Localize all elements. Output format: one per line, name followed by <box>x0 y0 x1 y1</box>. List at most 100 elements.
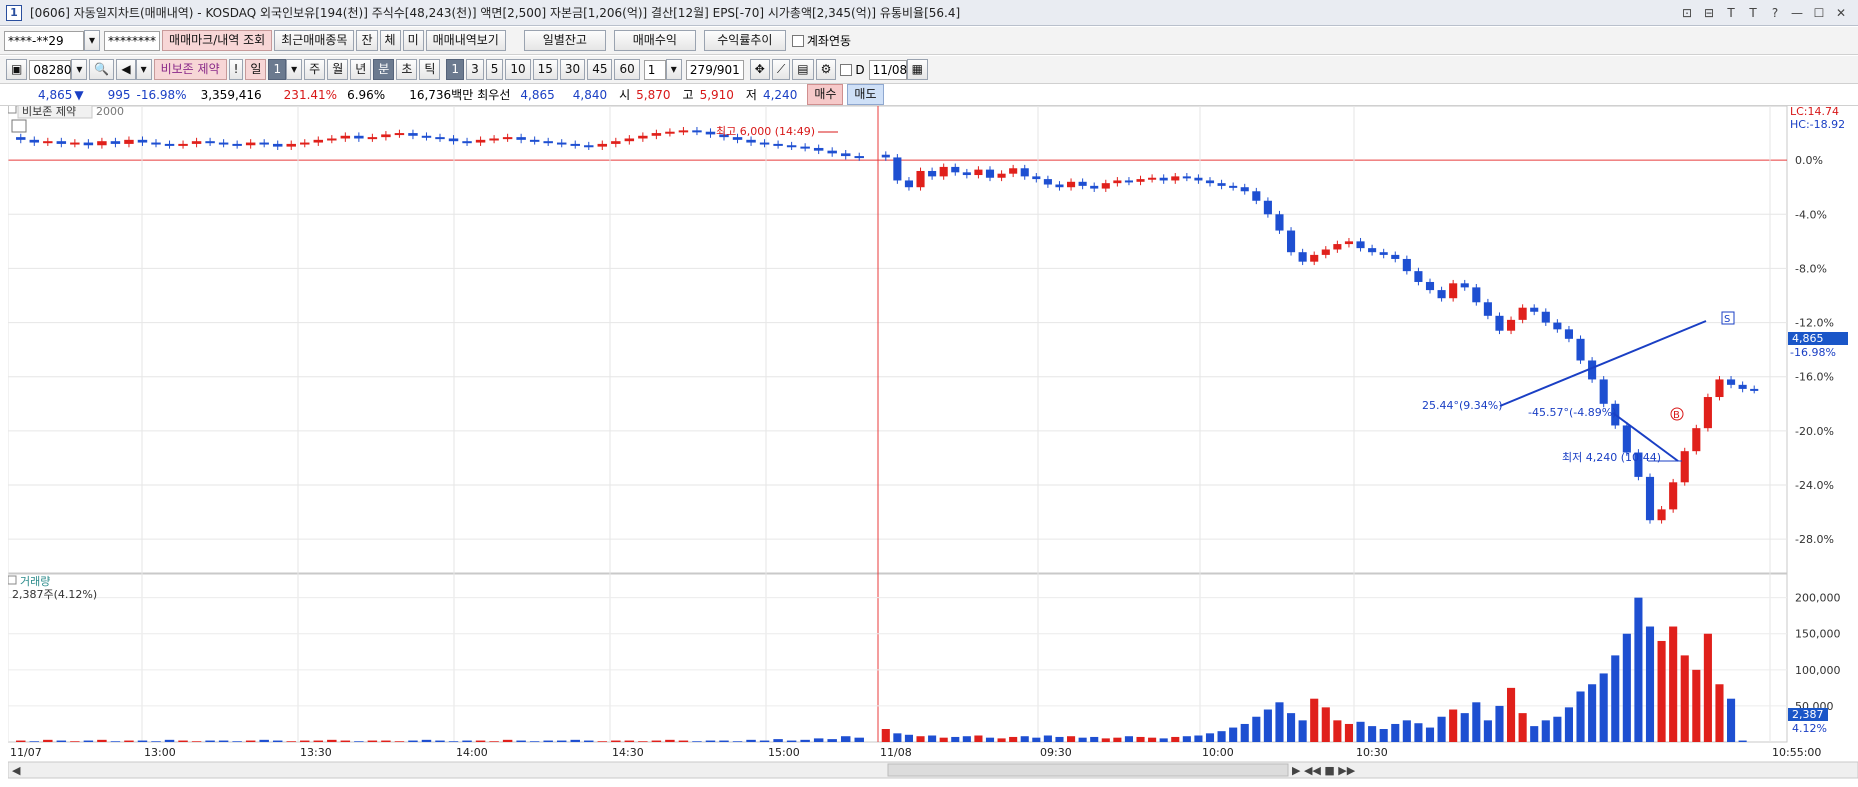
speaker-icon[interactable]: ◀ <box>116 59 136 80</box>
interval-60-button[interactable]: 60 <box>614 59 640 80</box>
trade-history-button[interactable]: 매매내역보기 <box>425 30 506 51</box>
volume-bar <box>1240 723 1249 742</box>
balance-button[interactable]: 잔 <box>356 30 378 51</box>
candle <box>272 143 283 147</box>
down-arrow-icon: ▼ <box>74 87 84 102</box>
recent-items-button[interactable]: 최근매매종목 <box>274 30 355 51</box>
volume-bar <box>951 736 960 742</box>
period-year-button[interactable]: 년 <box>350 59 372 80</box>
buy-button[interactable]: 매수 <box>807 84 844 105</box>
date-input[interactable]: 11/08 <box>868 59 907 80</box>
volume-bar <box>124 740 134 742</box>
calendar-icon[interactable]: ▦ <box>906 59 928 80</box>
chart-svg[interactable]: 0.0% -4.0% -8.0% -12.0% -16.0% -20.0% -24.0% -2… <box>7 103 1858 784</box>
candle <box>421 135 432 138</box>
volume-bar <box>340 740 351 742</box>
volume-bar <box>1599 673 1608 742</box>
date-checkbox[interactable]: D <box>840 63 865 77</box>
volume-bar <box>1379 729 1388 742</box>
volume-pane-menu-icon[interactable] <box>7 575 17 585</box>
y-tick-label: -20.0% <box>1795 425 1834 438</box>
period-week-button[interactable]: 주 <box>304 59 326 80</box>
trade-marks-query-button[interactable]: 매매마크/내역 조회 <box>162 30 273 51</box>
pane-menu-icon[interactable] <box>7 104 17 114</box>
return-trend-button[interactable]: 수익률추이 <box>703 30 786 51</box>
period-day-button[interactable]: 일 <box>245 59 267 80</box>
scrollbar-thumb[interactable] <box>887 763 1289 777</box>
volume-bar <box>570 739 580 742</box>
account-link-checkbox[interactable]: 계좌연동 <box>791 32 851 49</box>
settings-icon[interactable]: ⚙ <box>815 59 837 80</box>
stock-name-button[interactable]: 비보존 제약 <box>153 59 227 80</box>
restore-small-icon[interactable]: ⊡ <box>1678 4 1696 22</box>
volume-bar <box>1159 738 1168 742</box>
text-style-icon[interactable]: T <box>1744 4 1762 22</box>
period-second-button[interactable]: 초 <box>396 59 418 80</box>
volume-bar <box>435 740 445 742</box>
volume-bar <box>1576 691 1585 742</box>
help-icon[interactable]: ? <box>1766 4 1784 22</box>
period-tick-button[interactable]: 틱 <box>419 59 441 80</box>
candle <box>1263 200 1272 215</box>
interval-10-button[interactable]: 10 <box>505 59 531 80</box>
stock-code-input[interactable]: 082800 <box>29 59 79 80</box>
candle <box>939 166 948 177</box>
interval-45-button[interactable]: 45 <box>587 59 613 80</box>
daily-balance-button[interactable]: 일별잔고 <box>523 30 606 51</box>
tools-icon[interactable]: ✥ <box>749 59 770 80</box>
candle <box>1090 185 1099 189</box>
candle <box>1275 214 1284 231</box>
candle <box>692 130 702 133</box>
account-dropdown-icon[interactable]: ▾ <box>84 30 101 51</box>
day-count-dropdown-icon[interactable]: ▾ <box>286 59 303 80</box>
period-minute-button[interactable]: 분 <box>373 59 395 80</box>
table-icon[interactable] <box>11 119 27 133</box>
window-number-badge: 1 <box>6 4 22 21</box>
account-select[interactable]: ****-**29 <box>4 30 84 51</box>
candle <box>1715 379 1724 398</box>
sell-marker[interactable]: S <box>1721 311 1735 325</box>
warning-button[interactable]: ! <box>228 59 244 80</box>
interval-5-button[interactable]: 5 <box>485 59 504 80</box>
interval-input[interactable]: 1 <box>643 59 666 80</box>
scroll-left-icon[interactable]: ◀ <box>12 764 21 777</box>
day-count[interactable]: 1 <box>268 59 287 80</box>
candle <box>1148 177 1157 180</box>
minimize-icon[interactable]: — <box>1788 4 1806 22</box>
candle <box>151 142 161 145</box>
chart-area[interactable]: 0.0% -4.0% -8.0% -12.0% -16.0% -20.0% -24.0% -2… <box>7 103 1858 784</box>
unexecuted-button[interactable]: 미 <box>402 30 424 51</box>
font-size-icon[interactable]: T <box>1722 4 1740 22</box>
interval-3-button[interactable]: 3 <box>466 59 484 80</box>
candle <box>1703 397 1712 429</box>
candle <box>1136 179 1145 182</box>
volume-bar <box>381 740 391 742</box>
layout-icon[interactable]: ▣ <box>6 59 28 80</box>
interval-dropdown-icon[interactable]: ▾ <box>665 59 682 80</box>
interval-1-button[interactable]: 1 <box>446 59 465 80</box>
chart-title: 비보존 제약 <box>22 106 76 118</box>
interval-15-button[interactable]: 15 <box>532 59 558 80</box>
price-change-pct: -16.98% <box>136 87 187 102</box>
scroll-right-icon[interactable]: ▶ ◀◀ ■ ▶▶ <box>1292 764 1356 777</box>
candle <box>1055 184 1064 188</box>
candle <box>1020 168 1029 177</box>
interval-30-button[interactable]: 30 <box>559 59 586 80</box>
search-icon[interactable]: 🔍 <box>89 59 115 80</box>
trade-profit-button[interactable]: 매매수익 <box>613 30 696 51</box>
period-month-button[interactable]: 월 <box>327 59 349 80</box>
sell-button[interactable]: 매도 <box>847 84 884 105</box>
volume-bar <box>475 740 486 742</box>
close-icon[interactable]: ✕ <box>1832 4 1850 22</box>
page-count[interactable]: 279/901 <box>685 59 744 80</box>
candle <box>974 169 983 176</box>
executed-button[interactable]: 체 <box>379 30 401 51</box>
y-tick-label: -16.0% <box>1795 371 1834 384</box>
tile-icon[interactable]: ⊟ <box>1700 4 1718 22</box>
speaker-dropdown-icon[interactable]: ▾ <box>135 59 152 80</box>
save-icon[interactable]: ▤ <box>792 59 814 80</box>
password-field[interactable]: ******** <box>104 30 161 51</box>
maximize-icon[interactable]: ☐ <box>1810 4 1828 22</box>
code-dropdown-icon[interactable]: ▾ <box>71 59 88 80</box>
trend-tool-icon[interactable]: ⟋ <box>771 59 791 80</box>
